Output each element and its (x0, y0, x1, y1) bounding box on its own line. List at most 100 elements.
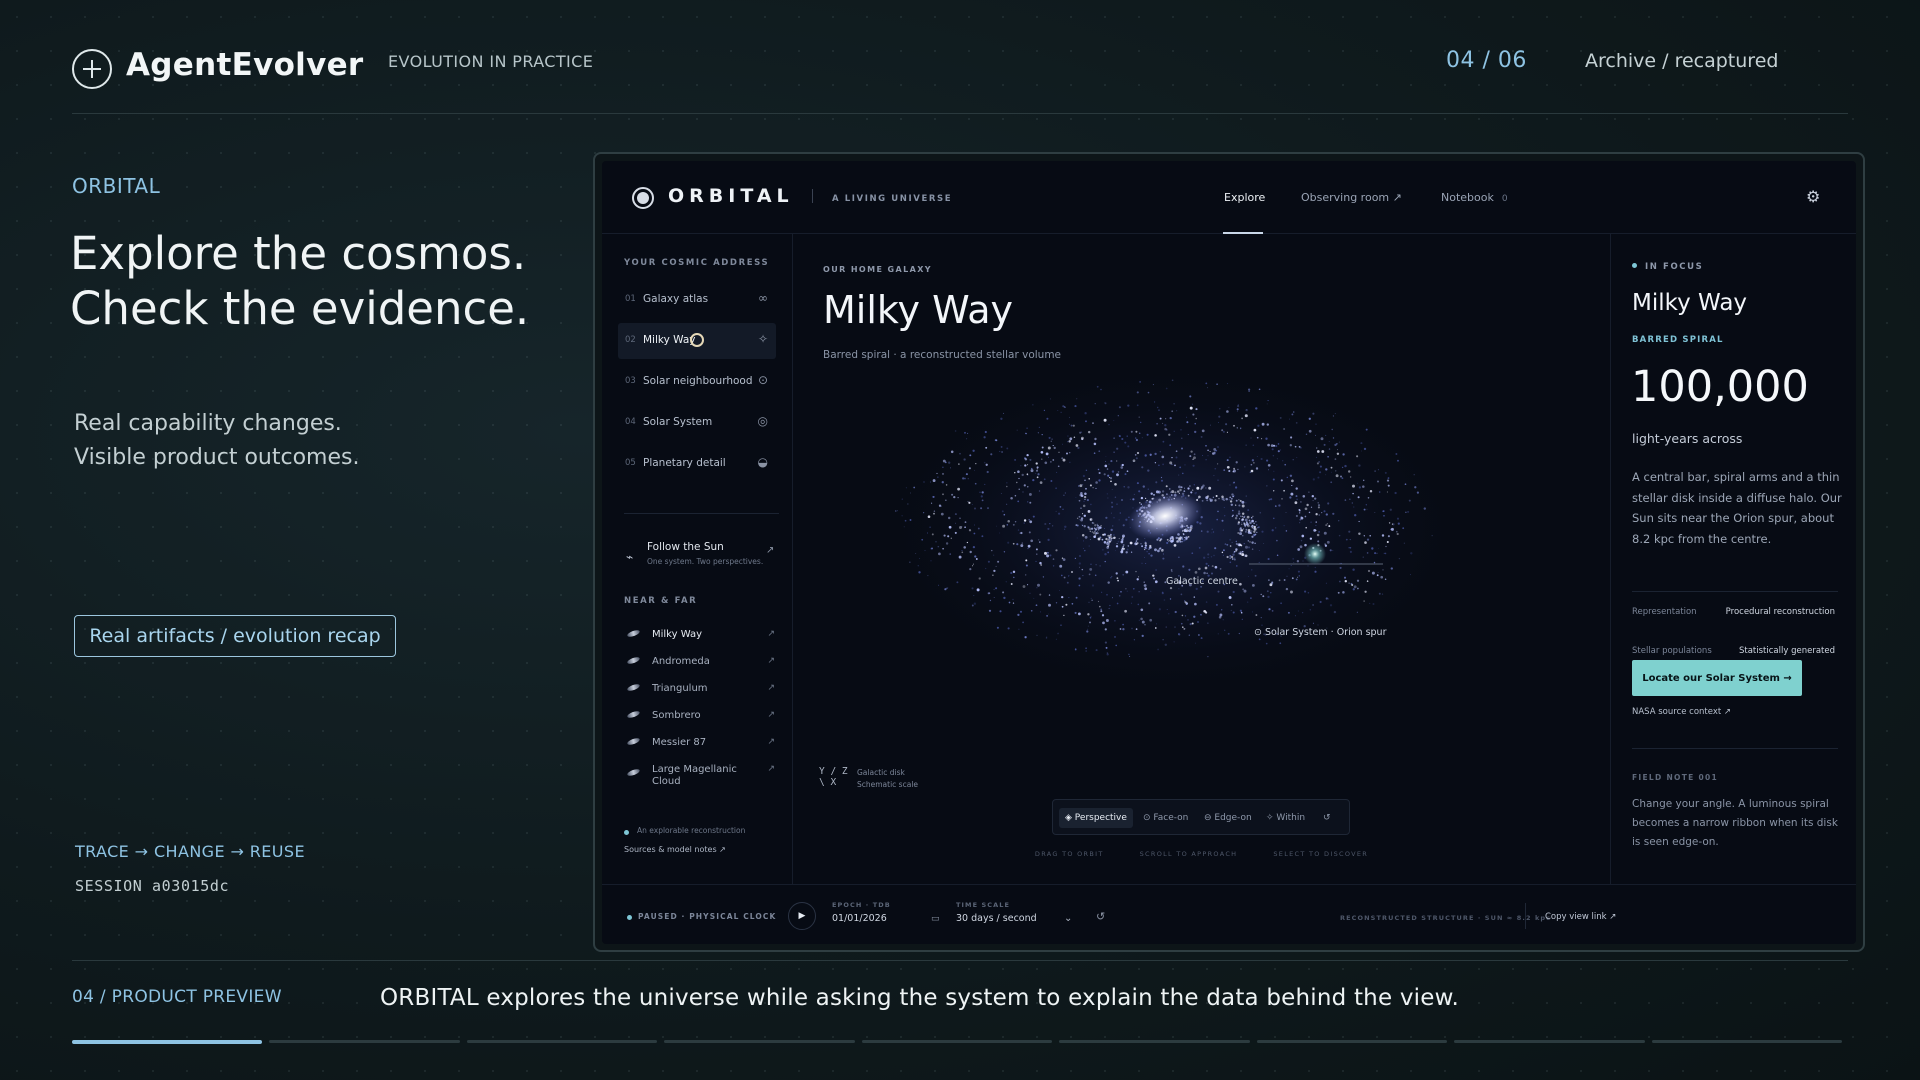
progress-segment[interactable] (1256, 1040, 1448, 1043)
near-item-andromeda[interactable]: Andromeda ↗ (624, 653, 779, 675)
star-particle (1129, 498, 1131, 500)
star-particle (1255, 407, 1258, 410)
solar-system-marker[interactable] (1304, 543, 1326, 565)
star-particle (1048, 603, 1051, 607)
progress-segment[interactable] (466, 1040, 658, 1043)
star-particle (1278, 579, 1281, 582)
star-particle (1332, 550, 1334, 551)
star-particle (1241, 504, 1245, 508)
star-particle (1298, 445, 1301, 448)
time-scale-select[interactable]: 30 days / second (956, 913, 1037, 924)
near-item-large-magellanic-cloud[interactable]: Large Magellanic Cloud ↗ (624, 761, 779, 791)
near-item-messier-87[interactable]: Messier 87 ↗ (624, 734, 779, 756)
view-within-label: Within (1276, 813, 1306, 823)
evolution-recap-button[interactable]: Real artifacts / evolution recap (74, 615, 396, 657)
archive-link[interactable]: Archive / recaptured (1585, 50, 1778, 72)
star-particle (1330, 481, 1333, 484)
galaxy-viewport[interactable]: OUR HOME GALAXY Milky Way Barred spiral … (793, 234, 1610, 884)
star-particle (974, 469, 976, 471)
star-particle (1233, 424, 1235, 427)
chevron-down-icon[interactable]: ⌄ (1064, 913, 1072, 924)
star-particle (1231, 515, 1234, 518)
near-item-milky-way[interactable]: Milky Way ↗ (624, 626, 779, 648)
star-particle (1279, 416, 1282, 419)
star-particle (1111, 501, 1113, 504)
star-particle (1274, 505, 1277, 507)
star-particle (969, 550, 972, 554)
star-particle (1113, 451, 1115, 453)
follow-sun-link[interactable]: Follow the Sun (647, 541, 724, 553)
progress-segment[interactable] (269, 1040, 460, 1043)
calendar-icon[interactable]: ▭ (931, 914, 940, 924)
progress-segment[interactable] (1651, 1040, 1842, 1043)
star-particle (1256, 531, 1258, 533)
tab-explore[interactable]: Explore (1224, 191, 1265, 204)
view-face-on-button[interactable]: ⊙ Face-on (1137, 808, 1194, 828)
follow-sun-icon[interactable]: ⌁ (626, 550, 633, 564)
near-item-sombrero[interactable]: Sombrero ↗ (624, 707, 779, 729)
address-item-label: Planetary detail (643, 457, 726, 469)
progress-segment[interactable] (72, 1040, 263, 1044)
view-mode-control: ◈ Perspective ⊙ Face-on ⊖ Edge-on ✧ With… (1052, 799, 1350, 835)
near-item-triangulum[interactable]: Triangulum ↗ (624, 680, 779, 702)
star-particle (971, 504, 973, 505)
reset-time-icon[interactable]: ↺ (1096, 910, 1105, 923)
star-particle (1095, 487, 1097, 489)
view-within-button[interactable]: ✧ Within (1260, 808, 1311, 828)
star-particle (1363, 600, 1365, 602)
copy-view-link[interactable]: Copy view link ↗ (1545, 912, 1616, 922)
star-particle (1259, 511, 1262, 514)
star-particle (1405, 511, 1407, 514)
star-particle (1179, 466, 1182, 469)
epoch-date-input[interactable]: 01/01/2026 (832, 913, 887, 924)
play-button[interactable]: ▶ (788, 902, 816, 930)
locate-solar-system-button[interactable]: Locate our Solar System → (1632, 660, 1802, 696)
star-particle (1082, 524, 1084, 527)
star-particle (1017, 470, 1020, 473)
settings-gear-icon[interactable]: ⚙ (1806, 187, 1820, 206)
star-particle (1036, 469, 1038, 472)
star-particle (1001, 510, 1004, 513)
address-item-galaxy-atlas[interactable]: 01 Galaxy atlas ∞ (618, 282, 776, 318)
star-particle (1140, 421, 1142, 424)
star-particle (974, 507, 976, 510)
address-item-milky-way[interactable]: 02 Milky Way ✧ (618, 323, 776, 359)
star-particle (974, 524, 975, 526)
reset-view-icon[interactable]: ↺ (1317, 808, 1337, 828)
star-particle (1189, 455, 1192, 458)
star-particle (1024, 637, 1026, 638)
star-particle (1111, 575, 1113, 577)
star-particle (931, 502, 933, 504)
star-particle (1135, 438, 1138, 442)
nasa-source-link[interactable]: NASA source context ↗ (1632, 707, 1731, 717)
star-particle (1180, 428, 1182, 431)
star-particle (1117, 415, 1119, 417)
progress-segment[interactable] (1454, 1040, 1645, 1043)
tab-notebook[interactable]: Notebook 0 (1441, 191, 1508, 204)
star-particle (1126, 435, 1128, 437)
star-particle (1105, 537, 1108, 541)
solar-system-label[interactable]: ⊙ Solar System · Orion spur (1254, 627, 1386, 638)
star-particle (1237, 404, 1239, 406)
star-particle (1222, 619, 1224, 621)
address-item-solar-system[interactable]: 04 Solar System ◎ (618, 405, 776, 441)
address-item-solar-neighbourhood[interactable]: 03 Solar neighbourhood ⊙ (618, 364, 776, 400)
star-particle (966, 541, 969, 544)
star-particle (1345, 538, 1348, 541)
view-perspective-button[interactable]: ◈ Perspective (1059, 808, 1133, 828)
star-particle (1049, 398, 1051, 400)
star-particle (1302, 495, 1306, 498)
star-particle (999, 532, 1001, 534)
galaxy-title: Milky Way (823, 288, 1014, 332)
progress-segment[interactable] (861, 1040, 1053, 1043)
address-item-planetary-detail[interactable]: 05 Planetary detail ◒ (618, 446, 776, 482)
subheadline: Real capability changes. Visible product… (74, 407, 359, 475)
external-arrow-icon[interactable]: ↗ (766, 545, 774, 556)
tab-observing-room[interactable]: Observing room ↗ (1301, 191, 1402, 204)
view-edge-on-button[interactable]: ⊖ Edge-on (1198, 808, 1258, 828)
footer-divider (72, 960, 1848, 961)
sources-link[interactable]: Sources & model notes ↗ (624, 845, 726, 854)
progress-segment[interactable] (664, 1040, 855, 1043)
star-particle (1212, 496, 1215, 499)
progress-segment[interactable] (1059, 1040, 1250, 1043)
